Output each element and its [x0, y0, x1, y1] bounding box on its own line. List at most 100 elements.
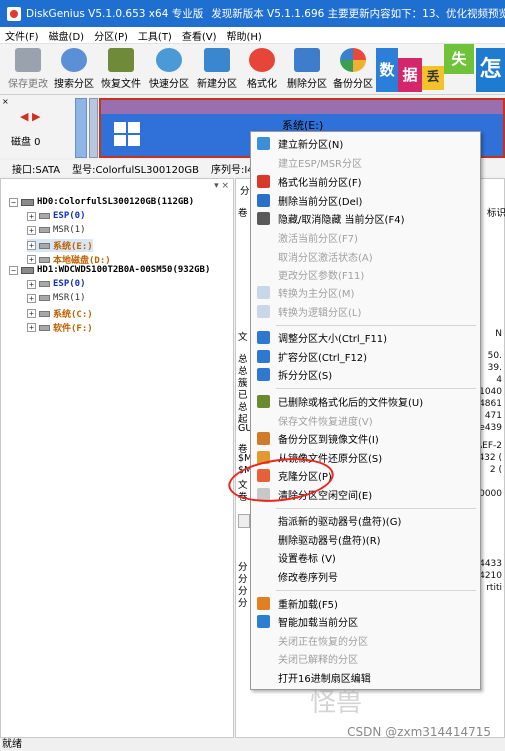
- menu-item-label: 保存文件恢复进度(V): [278, 417, 373, 428]
- menu-separator: [276, 388, 476, 389]
- tree-partition-label: ESP(0): [53, 211, 86, 221]
- save-changes-button[interactable]: 保存更改: [6, 48, 50, 92]
- partition-block-msr[interactable]: [89, 98, 98, 158]
- save-icon: [15, 48, 41, 72]
- resize-icon: [257, 331, 270, 344]
- windows-logo-icon: [114, 122, 140, 146]
- close-disk-map-icon[interactable]: ×: [2, 97, 9, 106]
- menu-item-label: 关闭已解释的分区: [278, 655, 358, 666]
- menu-item-deactivate[interactable]: 取消分区激活状态(A): [251, 248, 480, 265]
- tree-partition[interactable]: + 系统(C:): [27, 307, 93, 320]
- menu-item-label: 修改卷序列号: [278, 573, 338, 584]
- menu-item-create-esp-msr[interactable]: 建立ESP/MSR分区: [251, 154, 480, 171]
- detail-value: 432 (: [478, 453, 502, 463]
- tree-disk-0[interactable]: − HD0:ColorfulSL300120GB(112GB): [9, 197, 194, 207]
- collapse-icon[interactable]: −: [9, 265, 18, 275]
- menu-item-label: 建立ESP/MSR分区: [278, 159, 362, 170]
- promo-banner[interactable]: 数 据 丢 失 怎: [376, 44, 505, 94]
- menu-item-format[interactable]: 格式化当前分区(F): [251, 173, 480, 190]
- tree-partition[interactable]: + ESP(0): [27, 211, 86, 221]
- format-button[interactable]: 格式化: [242, 48, 282, 92]
- expand-icon[interactable]: +: [27, 255, 36, 264]
- expand-icon[interactable]: +: [27, 293, 36, 303]
- menu-item-change-params[interactable]: 更改分区参数(F11): [251, 266, 480, 283]
- detail-tab[interactable]: 分: [240, 183, 250, 197]
- tree-disk-1[interactable]: − HD1:WDCWDS100T2B0A-00SM50(932GB): [9, 265, 210, 275]
- menu-file[interactable]: 文件(F): [0, 28, 44, 43]
- tree-partition[interactable]: + MSR(1): [27, 293, 86, 303]
- partition-icon: [39, 281, 50, 287]
- menu-item-convert-primary[interactable]: 转换为主分区(M): [251, 284, 480, 301]
- menu-item-remove-drive-letter[interactable]: 删除驱动器号(盘符)(R): [251, 531, 480, 548]
- expand-icon[interactable]: +: [27, 323, 36, 332]
- menu-item-label: 调整分区大小(Ctrl_F11): [278, 334, 388, 345]
- delete-partition-button[interactable]: 删除分区: [284, 48, 330, 92]
- menu-partition[interactable]: 分区(P): [89, 28, 133, 43]
- tree-partition-label: MSR(1): [53, 225, 86, 235]
- recover-files-button[interactable]: 恢复文件: [98, 48, 144, 92]
- menu-item-assign-drive-letter[interactable]: 指派新的驱动器号(盘符)(G): [251, 512, 480, 529]
- menu-item-convert-logical[interactable]: 转换为逻辑分区(L): [251, 303, 480, 320]
- menu-item-set-volume-label[interactable]: 设置卷标 (V): [251, 549, 480, 566]
- new-partition-button[interactable]: 新建分区: [194, 48, 240, 92]
- menu-item-activate[interactable]: 激活当前分区(F7): [251, 229, 480, 246]
- menu-item-create-partition[interactable]: 建立新分区(N): [251, 135, 480, 152]
- smart-load-icon: [257, 615, 270, 628]
- save-changes-label: 保存更改: [8, 79, 48, 90]
- menu-item-extend[interactable]: 扩容分区(Ctrl_F12): [251, 348, 480, 365]
- menu-tools[interactable]: 工具(T): [133, 28, 177, 43]
- menu-help[interactable]: 帮助(H): [222, 28, 267, 43]
- menu-item-reload[interactable]: 重新加载(F5): [251, 595, 480, 612]
- collapse-icon[interactable]: −: [9, 197, 18, 207]
- menu-item-backup-image[interactable]: 备份分区到镜像文件(I): [251, 430, 480, 447]
- menu-item-delete[interactable]: 删除当前分区(Del): [251, 192, 480, 209]
- menu-item-label: 转换为逻辑分区(L): [278, 308, 362, 319]
- detail-col-header: 卷: [238, 208, 248, 219]
- detail-scroll-button[interactable]: [238, 514, 250, 528]
- menu-item-close-recovering[interactable]: 关闭正在恢复的分区: [251, 632, 480, 649]
- menu-item-resize[interactable]: 调整分区大小(Ctrl_F11): [251, 329, 480, 346]
- expand-icon[interactable]: +: [27, 241, 36, 250]
- promo-char: 失: [444, 44, 474, 74]
- menu-item-close-interpreted[interactable]: 关闭已解释的分区: [251, 650, 480, 667]
- menu-item-hide[interactable]: 隐藏/取消隐藏 当前分区(F4): [251, 210, 480, 227]
- menu-item-split[interactable]: 拆分分区(S): [251, 366, 480, 383]
- expand-icon[interactable]: +: [27, 309, 36, 318]
- partition-usage-strip: [101, 100, 503, 114]
- menu-item-save-recovery-progress[interactable]: 保存文件恢复进度(V): [251, 412, 480, 429]
- detail-value: 50.: [487, 351, 502, 361]
- disk-tree-panel: ▾ × − HD0:ColorfulSL300120GB(112GB) + ES…: [0, 178, 234, 738]
- update-notice[interactable]: 发现新版本 V5.1.1.696 主要更新内容如下：13、优化视频预览功能。: [211, 6, 505, 21]
- tree-close-buttons[interactable]: ▾ ×: [214, 181, 229, 191]
- convert-primary-icon: [257, 286, 270, 299]
- tree-partition-selected[interactable]: + 系统(E:): [27, 239, 93, 252]
- menu-item-hex-editor[interactable]: 打开16进制扇区编辑: [251, 669, 480, 686]
- menu-item-smart-load[interactable]: 智能加载当前分区: [251, 613, 480, 630]
- tree-disk-label: HD1:WDCWDS100T2B0A-00SM50(932GB): [37, 265, 211, 275]
- recover-files-icon: [108, 48, 134, 72]
- new-partition-label: 新建分区: [197, 79, 237, 90]
- menu-disk[interactable]: 磁盘(D): [44, 28, 90, 43]
- menu-separator: [276, 508, 476, 509]
- search-icon: [61, 48, 87, 72]
- detail-value: rtiti: [486, 583, 502, 593]
- disk-nav-arrows[interactable]: ◀ ▶: [20, 110, 40, 123]
- partition-icon: [39, 256, 50, 263]
- search-partition-button[interactable]: 搜索分区: [52, 48, 96, 92]
- quick-partition-button[interactable]: 快速分区: [146, 48, 192, 92]
- new-partition-toolbar-icon: [204, 48, 230, 72]
- backup-partition-button[interactable]: 备份分区: [330, 48, 376, 92]
- menu-item-file-recovery[interactable]: 已删除或格式化后的文件恢复(U): [251, 393, 480, 410]
- partition-context-menu: 建立新分区(N) 建立ESP/MSR分区 格式化当前分区(F) 删除当前分区(D…: [250, 131, 481, 690]
- menu-view[interactable]: 查看(V): [177, 28, 222, 43]
- partition-icon: [39, 242, 50, 249]
- expand-icon[interactable]: +: [27, 279, 36, 289]
- partition-block-esp[interactable]: [75, 98, 87, 158]
- expand-icon[interactable]: +: [27, 211, 36, 221]
- tree-partition[interactable]: + MSR(1): [27, 225, 86, 235]
- expand-icon[interactable]: +: [27, 225, 36, 235]
- tree-partition[interactable]: + ESP(0): [27, 279, 86, 289]
- menu-item-change-serial[interactable]: 修改卷序列号: [251, 568, 480, 585]
- tree-partition[interactable]: + 软件(F:): [27, 321, 93, 334]
- tree-partition-label: 软件(F:): [53, 324, 93, 334]
